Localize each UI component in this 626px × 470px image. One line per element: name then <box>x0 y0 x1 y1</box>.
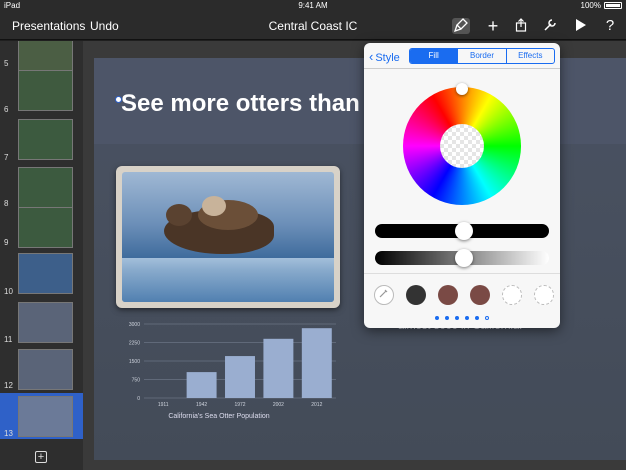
x-tick-label: 1942 <box>196 402 207 408</box>
paintbrush-icon[interactable] <box>452 18 470 34</box>
otter-head <box>166 204 192 226</box>
fill-segmented-control: Fill Border Effects <box>409 48 555 64</box>
y-tick-label: 1500 <box>129 359 140 365</box>
tab-fill[interactable]: Fill <box>410 49 458 63</box>
help-icon[interactable]: ? <box>601 18 619 34</box>
style-back-button[interactable]: ‹ Style <box>369 49 400 64</box>
slide-number: 8 <box>4 199 9 208</box>
chevron-left-icon: ‹ <box>369 49 374 64</box>
y-tick-label: 3000 <box>129 322 140 328</box>
page-dot[interactable] <box>475 316 479 320</box>
x-tick-label: 2002 <box>273 402 284 408</box>
y-tick-label: 0 <box>137 396 140 402</box>
saturation-slider[interactable] <box>375 222 549 240</box>
chart-caption: California's Sea Otter Population <box>168 413 270 420</box>
eyedropper-icon[interactable] <box>374 285 394 305</box>
slide-thumbnail[interactable] <box>18 349 73 390</box>
page-dot[interactable] <box>465 316 469 320</box>
color-wheel-knob[interactable] <box>456 83 468 95</box>
share-icon[interactable] <box>512 18 530 34</box>
slider-knob[interactable] <box>455 249 473 267</box>
slider-knob[interactable] <box>455 222 473 240</box>
status-bar: iPad 9:41 AM 100% <box>0 0 626 12</box>
slide-thumbnail[interactable] <box>18 119 73 160</box>
empty-swatch[interactable] <box>534 285 554 305</box>
slide-number: 9 <box>4 238 9 247</box>
slide-number: 11 <box>4 335 13 344</box>
water <box>122 258 334 302</box>
slide-number: 7 <box>4 153 9 162</box>
slide-thumbnail[interactable] <box>18 207 73 248</box>
slide-thumbnail[interactable] <box>18 70 73 111</box>
slide-thumbnail[interactable] <box>18 302 73 343</box>
bar[interactable] <box>225 356 255 398</box>
battery-icon <box>604 2 622 9</box>
x-tick-label: 1911 <box>158 402 169 408</box>
chart-svg: 0 750 1500 2250 3000 1911 1942 1972 2002 2012 <box>129 322 336 408</box>
wrench-icon[interactable] <box>541 18 559 34</box>
divider <box>364 273 560 274</box>
battery-status: 100% <box>581 1 622 10</box>
slide-number: 5 <box>4 59 9 68</box>
add-slide-button[interactable]: + <box>35 451 47 463</box>
slide-number: 13 <box>4 429 13 438</box>
slide-thumbnail[interactable] <box>18 167 73 208</box>
battery-percent: 100% <box>580 1 601 10</box>
popover-header: ‹ Style Fill Border Effects <box>364 43 560 69</box>
y-tick-label: 750 <box>132 378 141 384</box>
back-label: Style <box>375 52 400 64</box>
style-popover: ‹ Style Fill Border Effects <box>364 43 560 328</box>
otter-pup-head <box>202 196 226 216</box>
page-dot[interactable] <box>455 316 459 320</box>
plus-icon[interactable]: + <box>484 17 502 35</box>
slide-thumbnail[interactable] <box>18 253 73 294</box>
recent-colors <box>374 285 554 305</box>
slide-number: 10 <box>4 287 13 296</box>
brightness-slider[interactable] <box>375 249 549 267</box>
slide-thumbnail-selected[interactable] <box>18 396 73 437</box>
photo-image <box>122 172 334 302</box>
page-indicator[interactable] <box>364 316 560 320</box>
slide-number: 12 <box>4 381 13 390</box>
page-dot[interactable] <box>435 316 439 320</box>
bar[interactable] <box>263 338 294 398</box>
color-swatch[interactable] <box>438 285 458 305</box>
color-swatch[interactable] <box>406 285 426 305</box>
slide-number: 6 <box>4 105 9 114</box>
y-tick-label: 2250 <box>129 341 140 347</box>
bar[interactable] <box>301 328 332 398</box>
x-tick-label: 1972 <box>234 402 245 408</box>
page-dot[interactable] <box>485 316 489 320</box>
x-tick-label: 2012 <box>311 402 322 408</box>
presentations-button[interactable]: Presentations <box>12 19 85 33</box>
toolbar: Presentations Undo Central Coast IC + ? <box>0 12 626 40</box>
slide-navigator: 5 6 7 8 9 10 11 12 13 <box>0 41 83 470</box>
color-swatch[interactable] <box>470 285 490 305</box>
page-dot[interactable] <box>445 316 449 320</box>
empty-swatch[interactable] <box>502 285 522 305</box>
undo-button[interactable]: Undo <box>90 19 119 33</box>
tab-effects[interactable]: Effects <box>505 49 554 63</box>
transparent-center <box>440 124 484 168</box>
tab-border[interactable]: Border <box>457 49 505 63</box>
color-wheel[interactable] <box>403 83 521 205</box>
bar[interactable] <box>186 372 217 398</box>
clock: 9:41 AM <box>298 1 328 10</box>
otter-photo[interactable] <box>116 166 340 308</box>
slide-title[interactable]: See more otters than <box>121 90 360 118</box>
play-icon[interactable] <box>572 18 590 34</box>
